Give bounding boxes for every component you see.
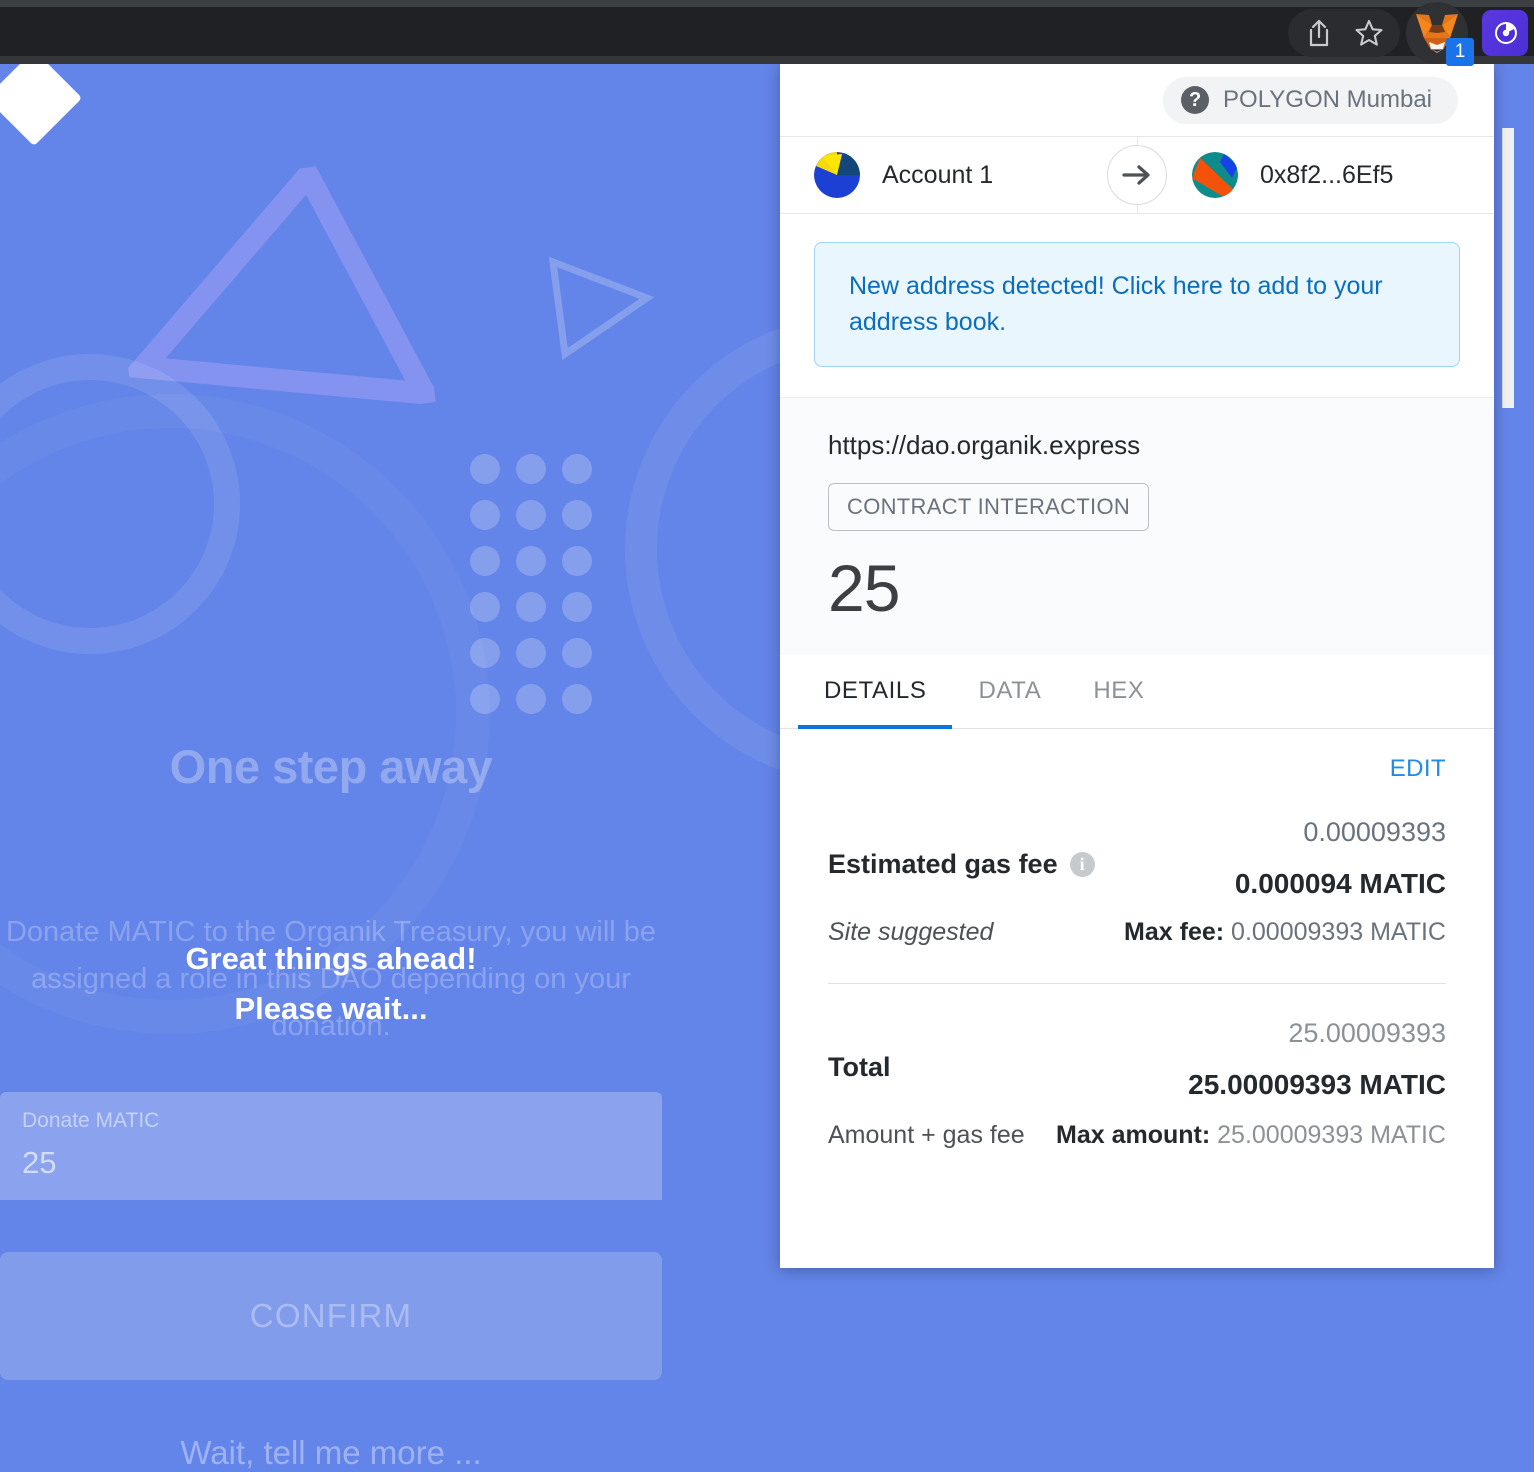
total-max-label: Max amount: xyxy=(1056,1121,1211,1149)
toolbar-action-pill xyxy=(1288,9,1400,57)
total-max: Max amount: 25.00009393 MATIC xyxy=(1056,1121,1446,1150)
arrow-right-icon xyxy=(1107,145,1167,205)
waiting-message-line-2: Please wait... xyxy=(234,990,428,1026)
metamask-notification-badge: 1 xyxy=(1446,38,1474,66)
origin-url: https://dao.organik.express xyxy=(828,430,1141,460)
page-scrollbar[interactable] xyxy=(1518,64,1534,1472)
network-selector[interactable]: ? POLYGON Mumbai xyxy=(1163,76,1458,124)
decorative-triangle-left xyxy=(121,156,436,407)
gas-fee-max-value: 0.00009393 MATIC xyxy=(1231,918,1446,946)
total-fiat: 25.00009393 xyxy=(1288,1018,1446,1048)
details-tabs: DETAILS DATA HEX xyxy=(780,655,1494,729)
tell-me-more-link[interactable]: Wait, tell me more ... xyxy=(0,1434,662,1472)
bookmark-star-icon[interactable] xyxy=(1344,9,1394,57)
gas-fee-label: Estimated gas fee xyxy=(828,849,1058,879)
decorative-dot-grid xyxy=(470,454,608,730)
to-account-avatar xyxy=(1192,152,1238,198)
confirm-button[interactable]: CONFIRM xyxy=(0,1252,662,1380)
metamask-confirmation-popup: ? POLYGON Mumbai Account 1 0x8f2...6Ef5 … xyxy=(780,64,1494,1268)
network-row: ? POLYGON Mumbai xyxy=(780,64,1494,136)
edit-gas-link[interactable]: EDIT xyxy=(1390,755,1446,782)
total-block: Total 25.00009393 25.00009393 MATIC Amou… xyxy=(828,1018,1446,1150)
from-account[interactable]: Account 1 xyxy=(780,152,1116,198)
share-icon[interactable] xyxy=(1294,9,1344,57)
network-name-label: POLYGON Mumbai xyxy=(1223,86,1432,113)
tab-hex[interactable]: HEX xyxy=(1067,655,1170,729)
gas-fee-source: Site suggested xyxy=(828,918,994,946)
page-scrollbar-thumb[interactable] xyxy=(1502,128,1514,408)
info-icon[interactable]: i xyxy=(1069,852,1095,877)
gas-fee-title-row: Estimated gas fee i xyxy=(828,849,1095,880)
browser-tabstrip xyxy=(0,0,1534,7)
details-divider xyxy=(828,983,1446,984)
toolbar-icon-group: 1 xyxy=(1288,2,1528,66)
question-mark-icon: ? xyxy=(1181,86,1210,114)
tab-details[interactable]: DETAILS xyxy=(798,655,953,729)
to-account-address: 0x8f2...6Ef5 xyxy=(1260,160,1394,189)
page-title: One step away xyxy=(169,740,493,793)
new-address-alert[interactable]: New address detected! Click here to add … xyxy=(814,242,1460,367)
from-account-avatar xyxy=(814,152,860,198)
extension-purple-icon[interactable] xyxy=(1482,10,1528,56)
metamask-extension-icon[interactable]: 1 xyxy=(1406,2,1474,66)
total-max-value: 25.00009393 MATIC xyxy=(1217,1121,1446,1149)
alert-wrapper: New address detected! Click here to add … xyxy=(780,214,1494,397)
gas-fee-max-label: Max fee: xyxy=(1124,918,1225,946)
total-footer: Amount + gas fee Max amount: 25.00009393… xyxy=(828,1121,1446,1150)
accounts-row: Account 1 0x8f2...6Ef5 xyxy=(780,136,1494,214)
dapp-content: One step away Donate MATIC to the Organi… xyxy=(0,64,662,1471)
gas-fee-max: Max fee: 0.00009393 MATIC xyxy=(1124,918,1446,947)
browser-toolbar: 1 xyxy=(0,0,1534,66)
edit-row: EDIT xyxy=(828,755,1446,783)
from-account-name: Account 1 xyxy=(882,160,994,189)
gas-fee-fiat: 0.00009393 xyxy=(1303,817,1446,847)
tab-data[interactable]: DATA xyxy=(952,655,1067,729)
total-note: Amount + gas fee xyxy=(828,1121,1025,1149)
donate-amount-value: 25 xyxy=(22,1145,57,1180)
waiting-message: Great things ahead! Please wait... xyxy=(0,934,662,1033)
total-label: Total xyxy=(828,1052,891,1082)
to-account[interactable]: 0x8f2...6Ef5 xyxy=(1116,152,1494,198)
decorative-ring-small xyxy=(0,354,240,654)
origin-section: https://dao.organik.express CONTRACT INT… xyxy=(780,397,1494,655)
donate-amount-input[interactable]: Donate MATIC 25 xyxy=(0,1092,662,1200)
details-panel: EDIT Estimated gas fee i 0.00009393 0.00… xyxy=(780,729,1494,1150)
gas-fee-footer: Site suggested Max fee: 0.00009393 MATIC xyxy=(828,918,1446,947)
new-address-alert-text: New address detected! Click here to add … xyxy=(849,272,1383,336)
contract-interaction-tag: CONTRACT INTERACTION xyxy=(828,483,1150,531)
decorative-triangle-right xyxy=(548,256,655,361)
donate-amount-label: Donate MATIC xyxy=(22,1109,160,1132)
total-amount: 25.00009393 MATIC xyxy=(1188,1069,1446,1100)
loading-diamond-icon xyxy=(0,64,83,147)
transaction-amount: 25 xyxy=(828,551,900,625)
waiting-message-line-1: Great things ahead! xyxy=(185,941,477,976)
gas-fee-block: Estimated gas fee i 0.00009393 0.000094 … xyxy=(828,817,1446,949)
